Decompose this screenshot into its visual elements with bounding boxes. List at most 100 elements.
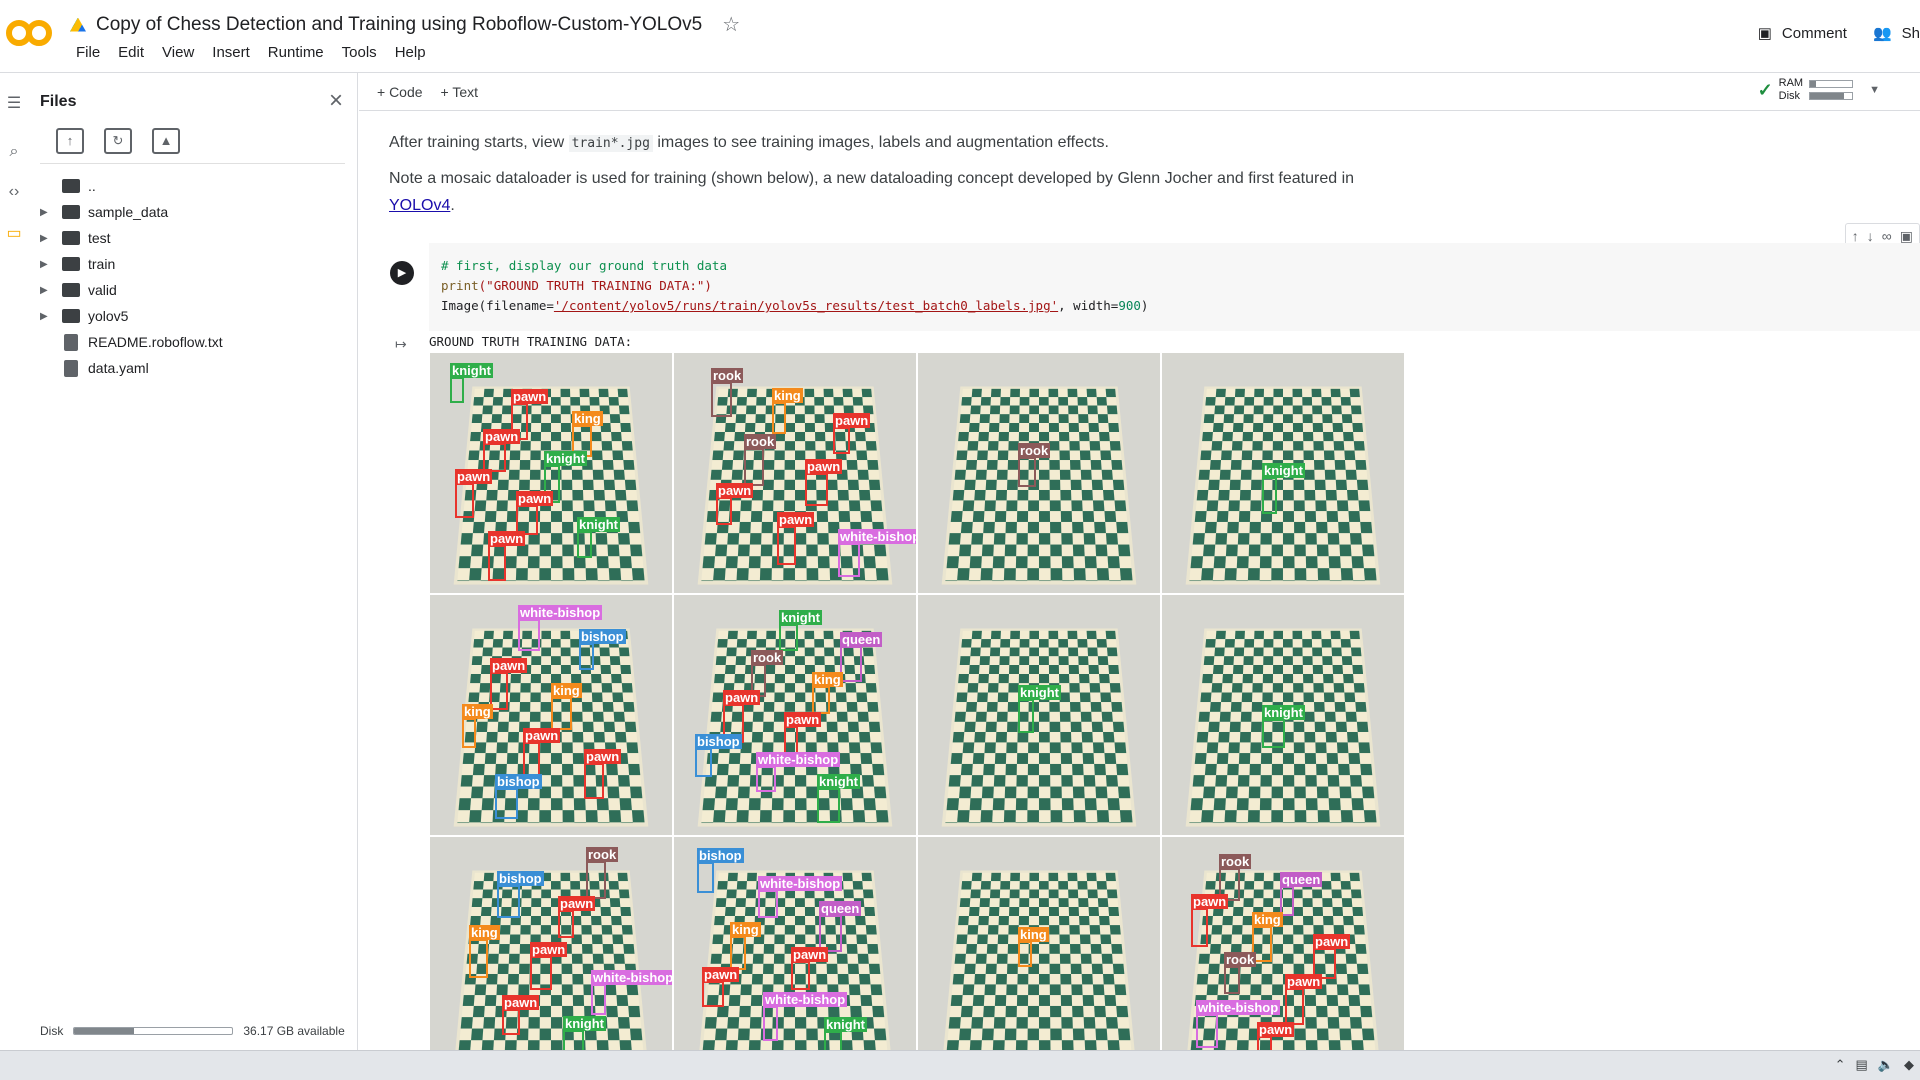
speaker-icon[interactable]: 🔈 — [1878, 1057, 1894, 1073]
detection-label: knight — [779, 610, 822, 625]
search-icon[interactable]: ⌕ — [4, 143, 24, 163]
dropbox-icon[interactable]: ◆ — [1904, 1057, 1914, 1073]
detection-box — [488, 545, 506, 581]
detection-label: white-bishop — [518, 605, 602, 620]
tree-item-parent[interactable]: .. — [28, 173, 358, 199]
caret-right-icon[interactable]: ▶ — [40, 207, 48, 218]
mosaic-tile: king — [918, 837, 1160, 1077]
text-span: images to see training images, labels an… — [653, 134, 1109, 151]
star-icon[interactable]: ☆ — [722, 12, 740, 37]
tree-item-test[interactable]: ▶ test — [28, 225, 358, 251]
comment-button[interactable]: ▣ Comment — [1758, 24, 1847, 42]
output-clear-icon[interactable]: ↦ — [395, 336, 407, 353]
disk-usage: Disk 36.17 GB available — [40, 1024, 345, 1038]
detection-box — [1191, 908, 1208, 947]
markdown-paragraph: After training starts, view train*.jpg i… — [389, 129, 1789, 157]
detection-box — [1262, 719, 1285, 748]
mosaic-tile: rook queen pawn king pawn rook pawn white-bisho… — [1162, 837, 1404, 1077]
mosaic-tile: knight — [1162, 595, 1404, 835]
caret-right-icon[interactable]: ▶ — [40, 233, 48, 244]
chevron-down-icon[interactable]: ▼ — [1869, 84, 1880, 96]
detection-box — [502, 1009, 520, 1035]
detection-box — [577, 531, 592, 558]
menu-runtime[interactable]: Runtime — [259, 44, 333, 61]
upload-icon[interactable]: ↑ — [56, 128, 84, 154]
detection-box — [756, 766, 776, 792]
refresh-folder-icon[interactable]: ↻ — [104, 128, 132, 154]
notebook-title[interactable]: Copy of Chess Detection and Training usi… — [96, 14, 702, 36]
markdown-paragraph: Note a mosaic dataloader is used for tra… — [389, 165, 1789, 219]
mount-drive-icon[interactable]: ▲ — [152, 128, 180, 154]
disk-usage-bar — [73, 1027, 233, 1035]
tree-item-sample-data[interactable]: ▶ sample_data — [28, 199, 358, 225]
folder-icon[interactable]: ▭ — [4, 223, 24, 243]
detection-box — [697, 862, 714, 893]
code-number: 900 — [1118, 298, 1141, 313]
menu-help[interactable]: Help — [386, 44, 435, 61]
tree-item-yolov5[interactable]: ▶ yolov5 — [28, 303, 358, 329]
toc-icon[interactable]: ☰ — [4, 93, 24, 113]
add-code-button[interactable]: + Code — [377, 84, 423, 100]
chevron-up-icon[interactable]: ⌃ — [1835, 1057, 1846, 1073]
mosaic-tile: knight pawn king pawn knight pawn pawn knight pa… — [430, 353, 672, 593]
detection-label: king — [469, 925, 500, 940]
tree-item-label: sample_data — [88, 204, 168, 220]
detection-label: queen — [1280, 872, 1322, 887]
menu-edit[interactable]: Edit — [109, 44, 153, 61]
detection-label: rook — [1224, 952, 1256, 967]
detection-label: pawn — [805, 459, 842, 474]
detection-box — [695, 748, 712, 777]
chessboard — [942, 629, 1137, 828]
file-tree: .. ▶ sample_data ▶ test ▶ train ▶ valid … — [28, 173, 358, 381]
detection-box — [1018, 699, 1034, 733]
ram-bar-fill — [1810, 81, 1816, 87]
detection-label: knight — [1262, 463, 1305, 478]
markdown-cell[interactable]: After training starts, view train*.jpg i… — [389, 129, 1789, 227]
people-icon: 👥 — [1873, 24, 1892, 42]
caret-right-icon[interactable]: ▶ — [40, 311, 48, 322]
folder-icon — [62, 257, 80, 271]
add-text-button[interactable]: + Text — [441, 84, 479, 100]
resources-indicator[interactable]: ✓ RAM Disk ▼ — [1758, 77, 1880, 103]
detection-label: white-bishop — [1196, 1000, 1280, 1015]
disk-label: Disk — [40, 1024, 63, 1038]
menu-insert[interactable]: Insert — [203, 44, 259, 61]
disk-available: 36.17 GB available — [243, 1024, 344, 1038]
chessboard — [942, 387, 1137, 586]
menu-file[interactable]: File — [67, 44, 109, 61]
detection-label: king — [1018, 927, 1049, 942]
files-panel: Files × ↑ ↻ ▲ .. ▶ sample_data ▶ test ▶ … — [28, 73, 358, 1050]
tree-item-valid[interactable]: ▶ valid — [28, 277, 358, 303]
network-icon[interactable]: ▤ — [1856, 1057, 1868, 1073]
tree-item-train[interactable]: ▶ train — [28, 251, 358, 277]
menu-tools[interactable]: Tools — [333, 44, 386, 61]
detection-label: pawn — [716, 483, 753, 498]
code-cell[interactable]: ▶ # first, display our ground truth data… — [379, 243, 1920, 331]
colab-logo-icon[interactable] — [6, 18, 52, 48]
mosaic-tile: knight queen rook king pawn pawn bishop white-b… — [674, 595, 916, 835]
share-button[interactable]: 👥 Sh — [1873, 24, 1920, 42]
detection-label: pawn — [558, 896, 595, 911]
yolov4-link[interactable]: YOLOv4 — [389, 197, 450, 214]
mosaic-tile: knight — [1162, 353, 1404, 593]
caret-right-icon[interactable]: ▶ — [40, 259, 48, 270]
menu-view[interactable]: View — [153, 44, 203, 61]
detection-box — [833, 427, 850, 454]
ram-bar — [1809, 80, 1853, 88]
detection-label: pawn — [791, 947, 828, 962]
detection-label: knight — [563, 1016, 606, 1031]
tree-item-readme[interactable]: README.roboflow.txt — [28, 329, 358, 355]
detection-box — [591, 984, 606, 1015]
mosaic-tile: knight — [918, 595, 1160, 835]
caret-right-icon[interactable]: ▶ — [40, 285, 48, 296]
code-snippets-icon[interactable]: ‹› — [4, 183, 24, 203]
detection-label: rook — [1018, 443, 1050, 458]
detection-label: pawn — [483, 429, 520, 444]
close-icon[interactable]: × — [329, 87, 343, 115]
code-text[interactable]: # first, display our ground truth data p… — [441, 256, 1148, 316]
detection-label: knight — [577, 517, 620, 532]
run-cell-button[interactable]: ▶ — [390, 261, 414, 285]
tree-item-data-yaml[interactable]: data.yaml — [28, 355, 358, 381]
detection-label: queen — [840, 632, 882, 647]
mosaic-tile: rook — [918, 353, 1160, 593]
